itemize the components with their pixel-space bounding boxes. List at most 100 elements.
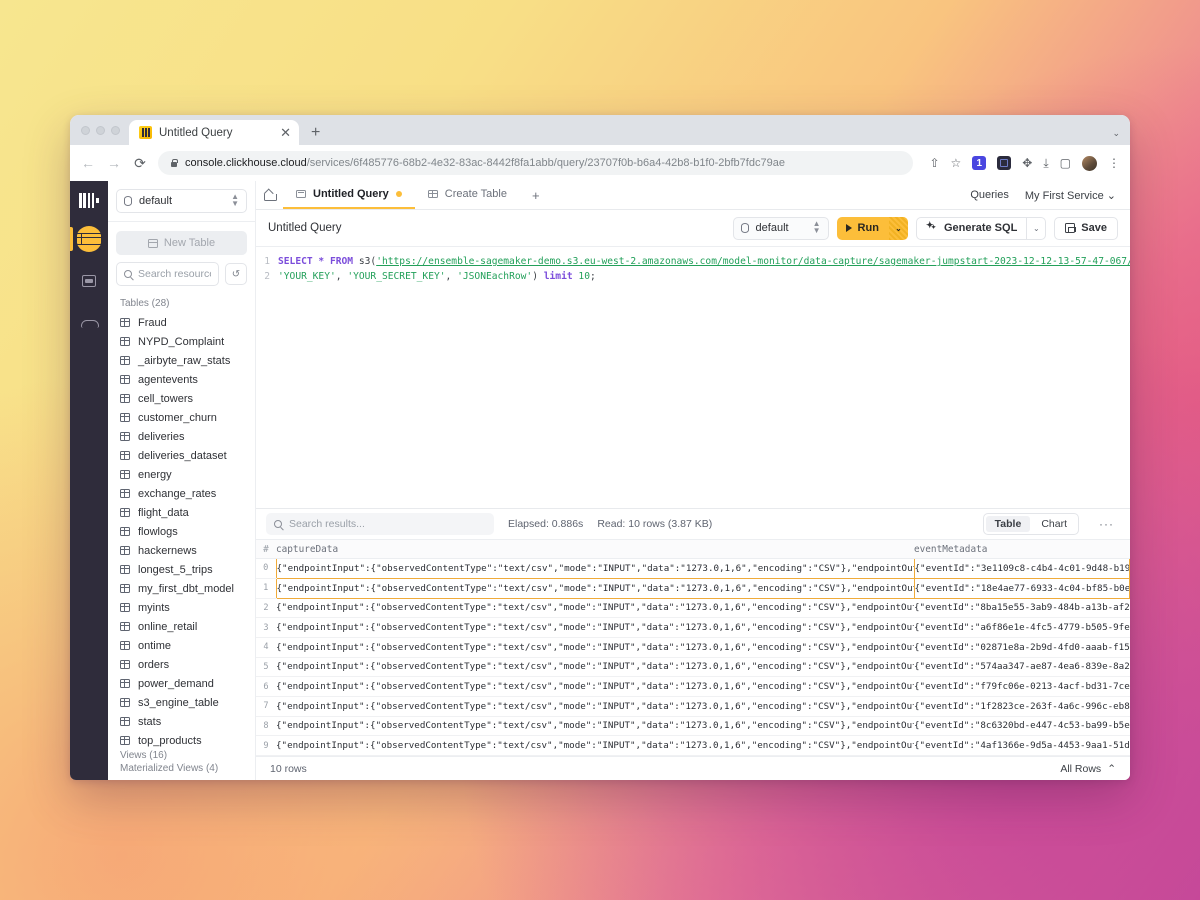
- sidebar-table-item[interactable]: NYPD_Complaint: [108, 332, 255, 351]
- refresh-button[interactable]: ↺: [225, 263, 247, 285]
- table-row[interactable]: 7 {"endpointInput":{"observedContentType"…: [256, 696, 1130, 717]
- queries-link[interactable]: Queries: [970, 189, 1009, 201]
- sidebar-table-item[interactable]: flight_data: [108, 503, 255, 522]
- view-mode-table[interactable]: Table: [985, 516, 1031, 533]
- forward-icon[interactable]: →: [106, 155, 122, 171]
- sidebar-table-item[interactable]: s3_engine_table: [108, 693, 255, 712]
- search-results-input[interactable]: [289, 518, 486, 531]
- cell-eventMetadata[interactable]: {"eventId":"a6f86e1e-4fc5-4779-b505-9fe4…: [914, 617, 1130, 638]
- search-results-box[interactable]: [266, 513, 494, 536]
- share-icon[interactable]: ⇧: [929, 157, 939, 169]
- materialized-views-group-label[interactable]: Materialized Views (4): [108, 763, 255, 780]
- rail-item-cloud-services[interactable]: [76, 310, 102, 336]
- sidebar-table-item[interactable]: deliveries_dataset: [108, 446, 255, 465]
- side-panel-icon[interactable]: ▢: [1060, 157, 1071, 169]
- save-button[interactable]: Save: [1054, 216, 1118, 240]
- table-row[interactable]: 6 {"endpointInput":{"observedContentType"…: [256, 676, 1130, 697]
- cell-captureData[interactable]: {"endpointInput":{"observedContentType":…: [275, 577, 914, 599]
- service-selector[interactable]: My First Service ⌄: [1025, 189, 1116, 202]
- search-resources-input[interactable]: [138, 268, 211, 280]
- sidebar-table-item[interactable]: cell_towers: [108, 389, 255, 408]
- sql-editor[interactable]: 1 SELECT * FROM s3('https://ensemble-sage…: [256, 247, 1130, 509]
- cell-eventMetadata[interactable]: {"eventId":"574aa347-ae87-4ea6-839e-8a20…: [914, 657, 1130, 678]
- cell-captureData[interactable]: {"endpointInput":{"observedContentType":…: [276, 676, 914, 697]
- sidebar-table-item[interactable]: orders: [108, 655, 255, 674]
- table-row[interactable]: 2 {"endpointInput":{"observedContentType"…: [256, 598, 1130, 619]
- cell-eventMetadata[interactable]: {"eventId":"18e4ae77-6933-4c04-bf85-b0e0…: [913, 577, 1130, 599]
- all-rows-selector[interactable]: All Rows ⌃: [1060, 763, 1116, 775]
- query-database-select[interactable]: default ▲ ▼: [732, 216, 829, 240]
- cell-eventMetadata[interactable]: {"eventId":"f79fc06e-0213-4acf-bd31-7ce6…: [914, 676, 1130, 697]
- sidebar-table-item[interactable]: flowlogs: [108, 522, 255, 541]
- sidebar-table-item[interactable]: myints: [108, 598, 255, 617]
- extension-dark-icon[interactable]: [997, 156, 1012, 170]
- sidebar-table-item[interactable]: deliveries: [108, 427, 255, 446]
- new-tab-button[interactable]: +: [311, 125, 320, 141]
- rail-item-saved-queries[interactable]: [76, 268, 102, 294]
- cell-captureData[interactable]: {"endpointInput":{"observedContentType":…: [276, 735, 914, 756]
- window-traffic-lights[interactable]: [78, 115, 129, 145]
- table-row[interactable]: 4 {"endpointInput":{"observedContentType"…: [256, 637, 1130, 658]
- view-mode-chart[interactable]: Chart: [1032, 516, 1076, 532]
- cell-captureData[interactable]: {"endpointInput":{"observedContentType":…: [276, 617, 914, 638]
- table-row[interactable]: 1 {"endpointInput":{"observedContentType"…: [256, 577, 1130, 599]
- cell-captureData[interactable]: {"endpointInput":{"observedContentType":…: [276, 657, 914, 678]
- cell-captureData[interactable]: {"endpointInput":{"observedContentType":…: [276, 598, 914, 619]
- new-table-button[interactable]: New Table: [116, 231, 247, 255]
- cell-eventMetadata[interactable]: {"eventId":"3e1109c8-c4b4-4c01-9d48-b194…: [913, 558, 1130, 579]
- sidebar-table-item[interactable]: longest_5_trips: [108, 560, 255, 579]
- generate-sql-button[interactable]: Generate SQL ⌄: [915, 216, 1047, 240]
- table-row[interactable]: 5 {"endpointInput":{"observedContentType"…: [256, 657, 1130, 678]
- sidebar-table-item[interactable]: agentevents: [108, 370, 255, 389]
- cell-eventMetadata[interactable]: {"eventId":"1f2823ce-263f-4a6c-996c-eb81…: [914, 696, 1130, 717]
- puzzle-extensions-icon[interactable]: ✥: [1022, 157, 1032, 169]
- cell-eventMetadata[interactable]: {"eventId":"8c6320bd-e447-4c53-ba99-b5ef…: [914, 716, 1130, 737]
- extension-blue-icon[interactable]: 1: [972, 156, 987, 170]
- sidebar-table-item[interactable]: online_retail: [108, 617, 255, 636]
- database-select[interactable]: default ▲ ▼: [116, 189, 247, 213]
- sidebar-table-item[interactable]: top_products: [108, 731, 255, 750]
- table-row[interactable]: 9 {"endpointInput":{"observedContentType"…: [256, 735, 1130, 756]
- column-header[interactable]: eventMetadata: [914, 539, 1130, 560]
- sidebar-table-item[interactable]: energy: [108, 465, 255, 484]
- back-icon[interactable]: ←: [80, 155, 96, 171]
- cell-eventMetadata[interactable]: {"eventId":"8ba15e55-3ab9-484b-a13b-af24…: [914, 598, 1130, 619]
- sidebar-table-item[interactable]: exchange_rates: [108, 484, 255, 503]
- cell-eventMetadata[interactable]: {"eventId":"4af1366e-9d5a-4453-9aa1-51df…: [914, 735, 1130, 756]
- results-grid[interactable]: # captureData eventMetadata 0 {"endpointInpu…: [256, 539, 1130, 756]
- sidebar-table-item[interactable]: hackernews: [108, 541, 255, 560]
- browser-tab[interactable]: Untitled Query ✕: [129, 120, 299, 145]
- column-header[interactable]: captureData: [276, 539, 914, 560]
- run-button[interactable]: Run ⌄: [836, 216, 908, 240]
- sidebar-table-item[interactable]: power_demand: [108, 674, 255, 693]
- column-header[interactable]: #: [256, 539, 276, 560]
- minimize-window-dot[interactable]: [96, 125, 105, 135]
- reload-icon[interactable]: ⟳: [132, 155, 148, 172]
- sql-code[interactable]: 1 SELECT * FROM s3('https://ensemble-sage…: [256, 247, 1130, 284]
- sidebar-table-item[interactable]: ontime: [108, 636, 255, 655]
- window-menu-caret-icon[interactable]: ⌄: [1112, 128, 1120, 139]
- sidebar-table-item[interactable]: my_first_dbt_model: [108, 579, 255, 598]
- search-resources-box[interactable]: [116, 262, 219, 286]
- url-input[interactable]: console.clickhouse.cloud/services/6f4857…: [158, 151, 914, 175]
- maximize-window-dot[interactable]: [111, 125, 120, 135]
- table-row[interactable]: 3 {"endpointInput":{"observedContentType"…: [256, 617, 1130, 638]
- views-group-label[interactable]: Views (16): [108, 750, 255, 763]
- download-icon[interactable]: ⤓: [1043, 157, 1048, 169]
- query-title[interactable]: Untitled Query: [268, 222, 725, 234]
- resource-tree[interactable]: Tables (28) Fraud NYPD_Complaint _airbyte_…: [108, 294, 255, 780]
- sidebar-table-item[interactable]: Fraud: [108, 313, 255, 332]
- add-tab-button[interactable]: +: [520, 181, 552, 209]
- sidebar-table-item[interactable]: stats: [108, 712, 255, 731]
- cell-captureData[interactable]: {"endpointInput":{"observedContentType":…: [276, 637, 914, 658]
- tab-create-table[interactable]: Create Table: [415, 181, 520, 209]
- cell-captureData[interactable]: {"endpointInput":{"observedContentType":…: [276, 696, 914, 717]
- close-icon[interactable]: ✕: [280, 126, 291, 139]
- table-row[interactable]: 0 {"endpointInput":{"observedContentType"…: [256, 558, 1130, 579]
- table-row[interactable]: 8 {"endpointInput":{"observedContentType"…: [256, 716, 1130, 737]
- cell-captureData[interactable]: {"endpointInput":{"observedContentType":…: [276, 716, 914, 737]
- sidebar-table-item[interactable]: customer_churn: [108, 408, 255, 427]
- generate-options-caret-icon[interactable]: ⌄: [1026, 217, 1045, 239]
- tab-untitled-query[interactable]: Untitled Query: [283, 181, 415, 209]
- rail-item-data-explorer[interactable]: [70, 226, 103, 252]
